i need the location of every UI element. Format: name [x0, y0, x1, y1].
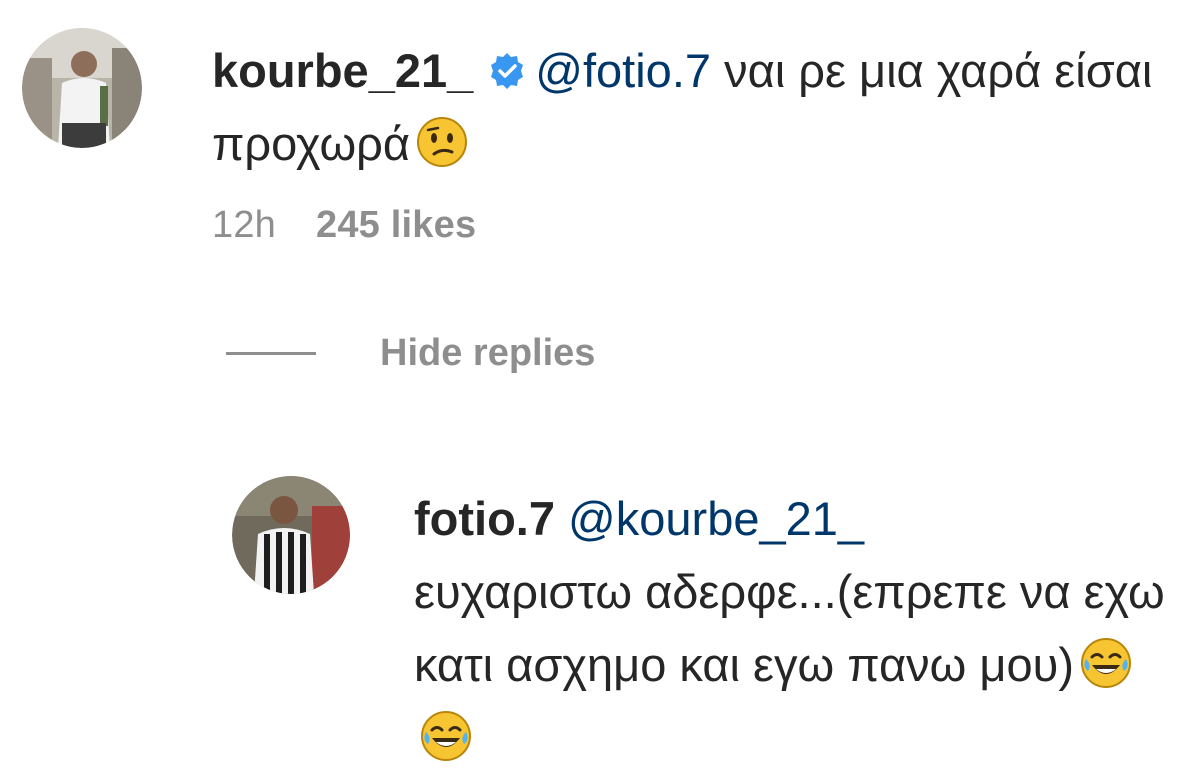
comment-mention[interactable]: @fotio.7 — [535, 44, 711, 97]
comment-meta: 12h 245 likes — [212, 204, 516, 247]
confused-face-emoji-icon — [416, 115, 468, 167]
hide-replies-button[interactable]: Hide replies — [226, 332, 595, 375]
tears-of-joy-emoji-icon — [420, 709, 472, 761]
hide-replies-label: Hide replies — [380, 332, 596, 374]
avatar-photo — [22, 28, 142, 148]
reply-username[interactable]: fotio.7 — [414, 492, 555, 545]
replies-divider-line — [226, 352, 316, 355]
tears-of-joy-emoji-icon — [1080, 636, 1132, 688]
avatar-photo — [232, 476, 350, 594]
comment-reply: fotio.7 @kourbe_21_ ευχαριστω αδερφε...(… — [414, 482, 1174, 774]
reply-text: ευχαριστω αδερφε...(επρεπε να εχω κατι α… — [414, 565, 1165, 691]
verified-badge-icon — [487, 38, 527, 89]
comment-time: 12h — [212, 204, 277, 246]
avatar-kourbe[interactable] — [22, 28, 142, 148]
reply-mention[interactable]: @kourbe_21_ — [568, 492, 864, 545]
comment-likes[interactable]: 245 likes — [316, 204, 476, 246]
comment-main: kourbe_21_ @fotio.7 ναι ρε μια χαρά είσαι… — [212, 34, 1172, 180]
avatar-fotio[interactable] — [232, 476, 350, 594]
comment-username[interactable]: kourbe_21_ — [212, 44, 473, 97]
